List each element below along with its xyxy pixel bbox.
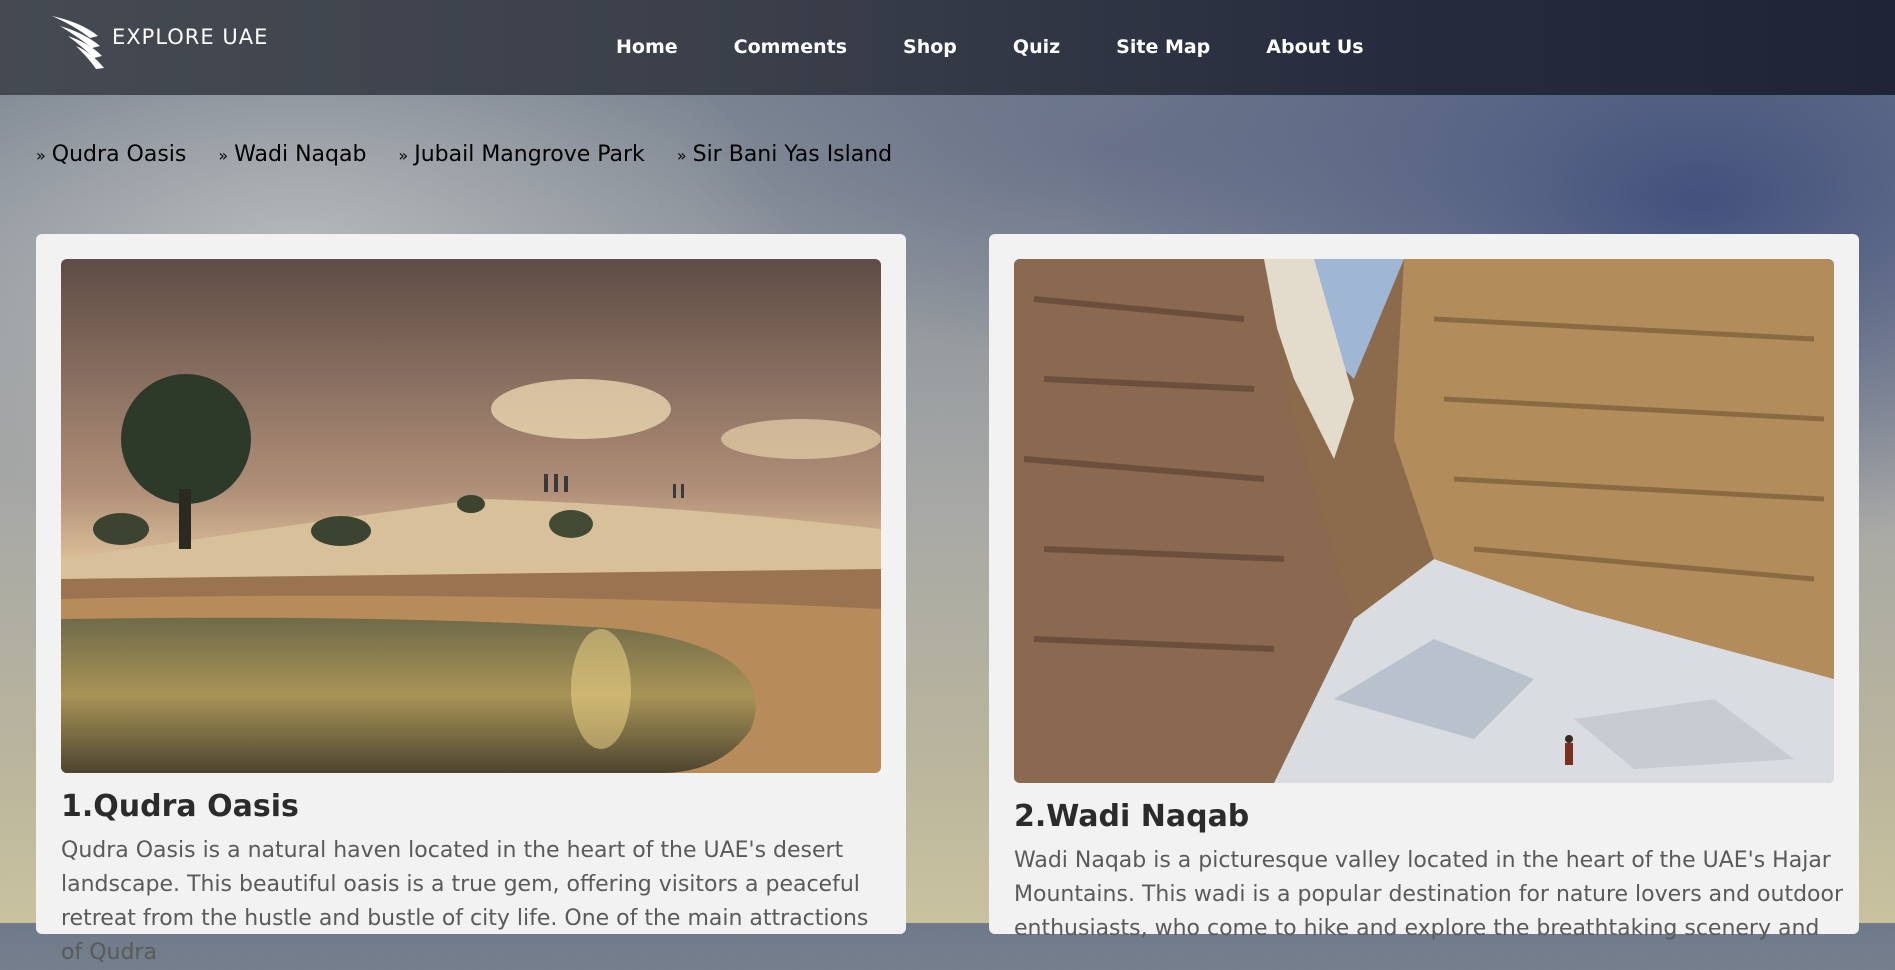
card-title: 1.Qudra Oasis xyxy=(61,789,299,824)
destination-card-wadi-naqab: 2.Wadi Naqab Wadi Naqab is a picturesque… xyxy=(989,234,1859,941)
destination-link-jubail-mangrove-park[interactable]: » Jubail Mangrove Park xyxy=(398,142,644,167)
destination-link-label: Qudra Oasis xyxy=(51,142,187,167)
nav-quiz[interactable]: Quiz xyxy=(1013,36,1060,58)
destination-card-qudra-oasis: 1.Qudra Oasis Qudra Oasis is a natural h… xyxy=(36,234,906,965)
destination-links: » Qudra Oasis » Wadi Naqab » Jubail Mangrov… xyxy=(36,142,924,167)
destination-link-label: Sir Bani Yas Island xyxy=(692,142,893,167)
wing-logo-icon xyxy=(52,16,104,69)
chevron-right-icon: » xyxy=(36,146,46,165)
card-title: 2.Wadi Naqab xyxy=(1014,799,1250,834)
destination-link-label: Jubail Mangrove Park xyxy=(414,142,645,167)
destination-link-wadi-naqab[interactable]: » Wadi Naqab xyxy=(218,142,366,167)
nav-about-us[interactable]: About Us xyxy=(1266,36,1363,58)
main-nav: Home Comments Shop Quiz Site Map About U… xyxy=(616,36,1420,58)
card-description: Qudra Oasis is a natural haven located i… xyxy=(61,838,869,965)
brand-logo[interactable]: EXPLORE UAE xyxy=(50,14,268,72)
brand-name: EXPLORE UAE xyxy=(112,25,269,49)
destination-link-sir-bani-yas-island[interactable]: » Sir Bani Yas Island xyxy=(677,142,892,167)
chevron-right-icon: » xyxy=(218,146,229,165)
card-description: Wadi Naqab is a picturesque valley locat… xyxy=(1014,848,1843,941)
destination-link-label: Wadi Naqab xyxy=(234,142,367,167)
nav-shop[interactable]: Shop xyxy=(903,36,957,58)
nav-site-map[interactable]: Site Map xyxy=(1116,36,1210,58)
chevron-right-icon: » xyxy=(676,146,687,165)
destination-link-qudra-oasis[interactable]: » Qudra Oasis xyxy=(36,142,186,167)
chevron-right-icon: » xyxy=(398,146,409,165)
top-navbar: EXPLORE UAE Home Comments Shop Quiz Site… xyxy=(0,0,1895,95)
canyon-wadi-photo xyxy=(1014,259,1834,783)
desert-oasis-photo xyxy=(61,259,881,773)
nav-comments[interactable]: Comments xyxy=(734,36,847,58)
nav-home[interactable]: Home xyxy=(616,36,678,58)
